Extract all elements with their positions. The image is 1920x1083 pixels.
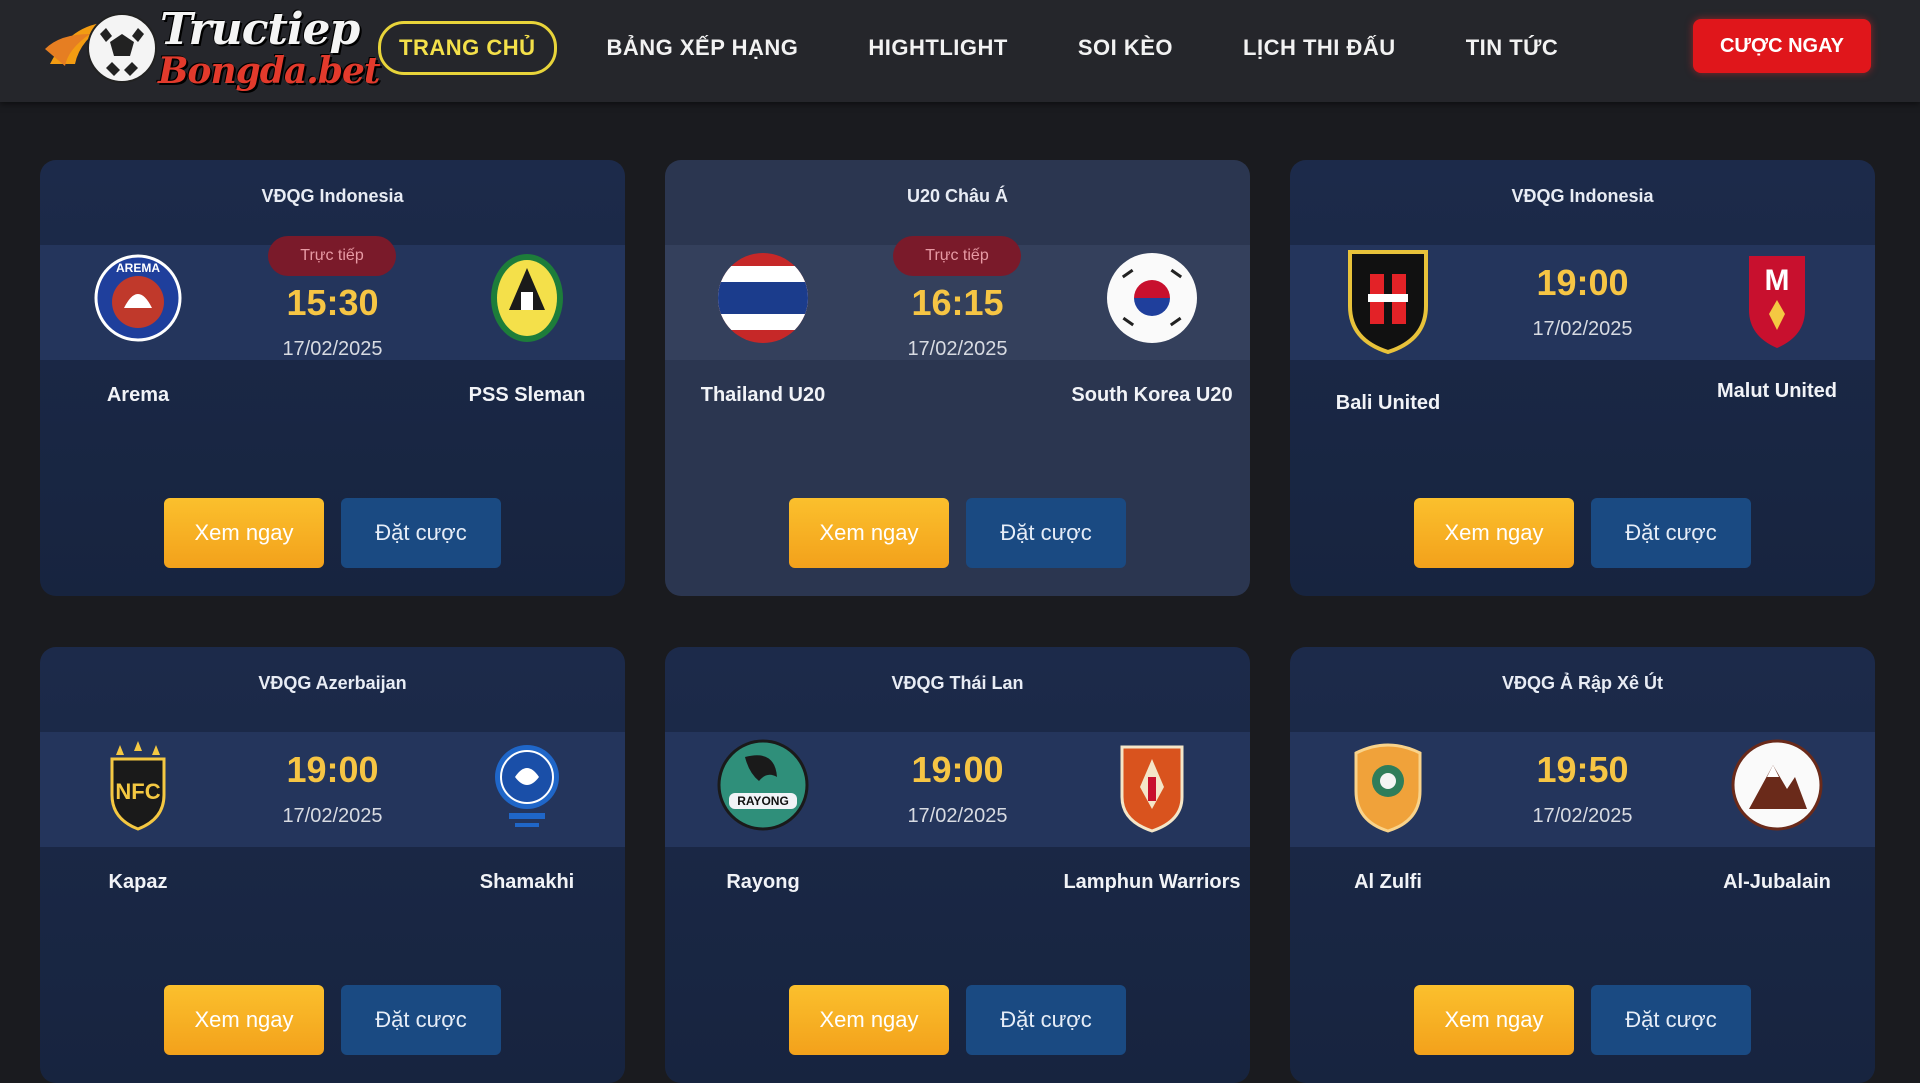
away-team-name: Al-Jubalain xyxy=(1723,871,1831,893)
watch-now-button[interactable]: Xem ngay xyxy=(789,985,949,1055)
home-team-name: Al Zulfi xyxy=(1354,871,1422,893)
away-team-name: Malut United xyxy=(1717,380,1837,402)
bet-now-button[interactable]: CƯỢC NGAY xyxy=(1693,19,1871,73)
watch-now-button[interactable]: Xem ngay xyxy=(164,985,324,1055)
away-team-logo-icon xyxy=(1104,737,1200,833)
home-team-name: Arema xyxy=(106,384,170,406)
home-team-name: Thailand U20 xyxy=(700,384,826,406)
league-name: U20 Châu Á xyxy=(906,186,1009,206)
place-bet-button[interactable]: Đặt cược xyxy=(341,985,501,1055)
home-team-logo-icon: RAYONG xyxy=(715,737,811,833)
nav-item-tin-tuc[interactable]: TIN TỨC xyxy=(1466,35,1559,61)
home-team-logo-icon: AREMA xyxy=(90,250,186,346)
league-name: VĐQG Indonesia xyxy=(1511,186,1654,206)
league-name: VĐQG Thái Lan xyxy=(891,673,1024,693)
away-team-name: Lamphun Warriors xyxy=(1063,871,1241,893)
logo-text-bottom: Bongda.bet xyxy=(158,50,381,92)
match-card[interactable]: VĐQG Indonesia Trực tiếp 15:30 17/02/202… xyxy=(40,160,625,596)
home-team-logo-icon xyxy=(1340,737,1436,833)
main-nav: TRANG CHỦ BẢNG XẾP HẠNG HIGHTLIGHT SOI K… xyxy=(378,21,1628,75)
watch-now-button[interactable]: Xem ngay xyxy=(164,498,324,568)
svg-text:NFC: NFC xyxy=(115,779,160,804)
match-card[interactable]: VĐQG Ả Rập Xê Út 19:50 17/02/2025 Al Zul… xyxy=(1290,647,1875,1083)
home-team-logo-icon xyxy=(1340,244,1436,355)
watch-now-button[interactable]: Xem ngay xyxy=(1414,498,1574,568)
place-bet-button[interactable]: Đặt cược xyxy=(1591,498,1751,568)
live-badge: Trực tiếp xyxy=(893,236,1021,276)
home-team-name: Bali United xyxy=(1335,392,1441,414)
svg-text:M: M xyxy=(1765,264,1790,297)
soccer-ball-logo-icon xyxy=(45,13,157,83)
place-bet-button[interactable]: Đặt cược xyxy=(966,985,1126,1055)
nav-item-bang-xep-hang[interactable]: BẢNG XẾP HẠNG xyxy=(607,35,799,61)
home-team-name: Rayong xyxy=(726,871,800,893)
away-team-name: Shamakhi xyxy=(479,871,575,893)
watch-now-button[interactable]: Xem ngay xyxy=(1414,985,1574,1055)
svg-text:RAYONG: RAYONG xyxy=(737,794,789,808)
site-logo[interactable]: Tructiep Bongda.bet xyxy=(40,4,381,96)
league-name: VĐQG Indonesia xyxy=(261,186,404,206)
home-team-logo-icon xyxy=(715,250,811,346)
logo-text-top: Tructiep xyxy=(160,4,360,55)
league-name: VĐQG Ả Rập Xê Út xyxy=(1501,673,1664,693)
place-bet-button[interactable]: Đặt cược xyxy=(966,498,1126,568)
site-header: Tructiep Bongda.bet TRANG CHỦ BẢNG XẾP H… xyxy=(0,0,1920,102)
nav-item-trang-chu[interactable]: TRANG CHỦ xyxy=(378,21,557,75)
away-team-name: South Korea U20 xyxy=(1071,384,1233,406)
live-badge: Trực tiếp xyxy=(268,236,396,276)
watch-now-button[interactable]: Xem ngay xyxy=(789,498,949,568)
match-card[interactable]: VĐQG Indonesia 19:00 17/02/2025 M Bali U… xyxy=(1290,160,1875,596)
away-team-logo-icon xyxy=(479,737,575,833)
place-bet-button[interactable]: Đặt cược xyxy=(1591,985,1751,1055)
home-team-logo-icon: NFC xyxy=(90,737,186,833)
away-team-logo-icon xyxy=(1729,737,1825,833)
league-name: VĐQG Azerbaijan xyxy=(258,673,407,693)
nav-item-soi-keo[interactable]: SOI KÈO xyxy=(1078,35,1173,61)
match-card[interactable]: VĐQG Thái Lan 19:00 17/02/2025 RAYONG Ra… xyxy=(665,647,1250,1083)
away-team-logo-icon xyxy=(1104,250,1200,346)
away-team-name: PSS Sleman xyxy=(468,384,586,406)
svg-text:AREMA: AREMA xyxy=(116,261,160,275)
away-team-logo-icon xyxy=(479,250,575,346)
home-team-name: Kapaz xyxy=(108,871,168,893)
place-bet-button[interactable]: Đặt cược xyxy=(341,498,501,568)
nav-item-highlight[interactable]: HIGHTLIGHT xyxy=(868,35,1007,61)
match-card[interactable]: U20 Châu Á Trực tiếp 16:15 17/02/2025 Th… xyxy=(665,160,1250,596)
nav-item-lich-thi-dau[interactable]: LỊCH THI ĐẤU xyxy=(1243,35,1396,61)
match-card[interactable]: VĐQG Azerbaijan 19:00 17/02/2025 NFC Kap… xyxy=(40,647,625,1083)
away-team-logo-icon: M xyxy=(1729,250,1825,348)
